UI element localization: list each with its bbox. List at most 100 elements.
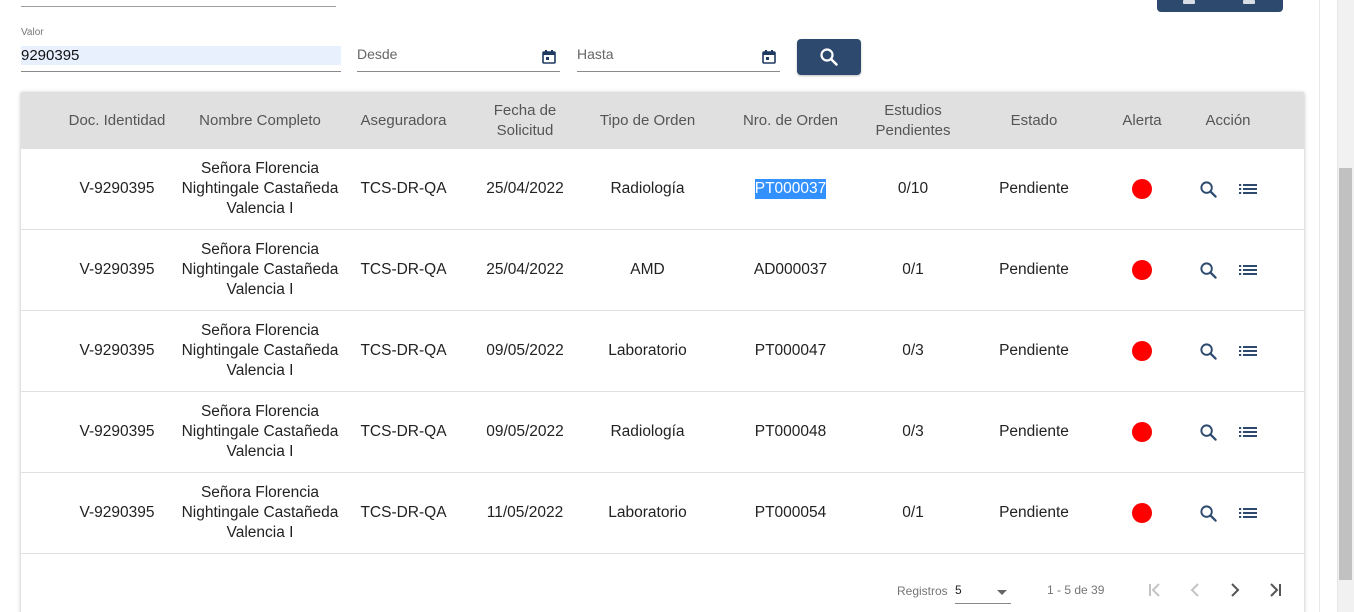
- cell-fecha: 11/05/2022: [475, 473, 575, 553]
- view-button[interactable]: [1198, 260, 1218, 280]
- list-icon: [1239, 508, 1257, 518]
- first-page-button[interactable]: [1143, 578, 1167, 602]
- search-button[interactable]: [797, 39, 861, 75]
- search-icon: [1199, 423, 1217, 441]
- cell-nombre-text: Señora Florencia Nightingale Castañeda V…: [181, 160, 339, 217]
- header-estudios[interactable]: Estudios Pendientes: [863, 92, 963, 149]
- cell-nro: PT000037: [733, 149, 848, 229]
- cell-estado: Pendiente: [989, 473, 1079, 553]
- valor-input[interactable]: 9290395: [21, 46, 341, 65]
- desde-underline[interactable]: [357, 71, 560, 72]
- header-estudios-line1: Estudios: [884, 101, 942, 119]
- table-row[interactable]: V-9290395 Señora Florencia Nightingale Ca…: [21, 311, 1304, 392]
- cell-fecha: 25/04/2022: [475, 230, 575, 310]
- previous-field-underline: [21, 6, 336, 7]
- header-fecha-line2: Solicitud: [496, 121, 554, 139]
- view-button[interactable]: [1198, 341, 1218, 361]
- hasta-underline[interactable]: [577, 71, 780, 72]
- header-aseguradora[interactable]: Aseguradora: [347, 92, 460, 149]
- cell-estudios: 0/3: [863, 392, 963, 472]
- table-row[interactable]: V-9290395 Señora Florencia Nightingale Ca…: [21, 392, 1304, 473]
- details-button[interactable]: [1238, 179, 1258, 199]
- cell-fecha-text: 25/04/2022: [486, 261, 564, 278]
- list-icon: [1239, 184, 1257, 194]
- calendar-icon[interactable]: [762, 50, 776, 64]
- details-button[interactable]: [1238, 260, 1258, 280]
- page: Valor 9290395 Desde Hasta Doc. Identidad…: [0, 0, 1354, 612]
- details-button[interactable]: [1238, 503, 1258, 523]
- header-alerta[interactable]: Alerta: [1112, 92, 1172, 149]
- cell-doc: V-9290395: [57, 311, 177, 391]
- next-page-icon: [1231, 583, 1240, 597]
- header-doc[interactable]: Doc. Identidad: [57, 92, 177, 149]
- header-fecha[interactable]: Fecha de Solicitud: [475, 92, 575, 149]
- cell-estado-text: Pendiente: [999, 342, 1069, 359]
- cell-estado-text: Pendiente: [999, 261, 1069, 278]
- calendar-icon[interactable]: [542, 50, 556, 64]
- cell-tipo: Laboratorio: [591, 311, 704, 391]
- table-row[interactable]: V-9290395 Señora Florencia Nightingale Ca…: [21, 149, 1304, 230]
- cell-nombre: Señora Florencia Nightingale Castañeda V…: [175, 392, 345, 472]
- cell-estudios: 0/1: [863, 473, 963, 553]
- search-icon: [820, 48, 838, 66]
- cell-tipo: AMD: [591, 230, 704, 310]
- cell-alerta: [1112, 392, 1172, 472]
- cell-tipo-text: Radiología: [610, 180, 685, 197]
- cell-estado: Pendiente: [989, 230, 1079, 310]
- details-button[interactable]: [1238, 341, 1258, 361]
- cell-nro: PT000047: [733, 311, 848, 391]
- page-range: 1 - 5 de 39: [1047, 583, 1105, 597]
- cell-nombre-text: Señora Florencia Nightingale Castañeda V…: [181, 484, 339, 541]
- cell-estudios: 0/3: [863, 311, 963, 391]
- cell-fecha: 09/05/2022: [475, 392, 575, 472]
- valor-underline: [21, 71, 341, 72]
- orders-table: Doc. Identidad Nombre Completo Asegurado…: [21, 92, 1304, 612]
- view-button[interactable]: [1198, 179, 1218, 199]
- cell-tipo-text: Laboratorio: [608, 342, 687, 359]
- header-tipo[interactable]: Tipo de Orden: [591, 92, 704, 149]
- cell-doc-text: V-9290395: [79, 261, 155, 278]
- view-button[interactable]: [1198, 422, 1218, 442]
- alert-dot: [1132, 503, 1152, 523]
- next-page-button[interactable]: [1223, 578, 1247, 602]
- top-action-button[interactable]: [1157, 0, 1283, 12]
- cell-aseguradora: TCS-DR-QA: [347, 473, 460, 553]
- cell-aseguradora-text: TCS-DR-QA: [360, 342, 447, 359]
- details-button[interactable]: [1238, 422, 1258, 442]
- cell-nombre: Señora Florencia Nightingale Castañeda V…: [175, 149, 345, 229]
- cell-estudios-text: 0/1: [902, 504, 924, 521]
- prev-page-button[interactable]: [1183, 578, 1207, 602]
- cell-nro: AD000037: [733, 230, 848, 310]
- cell-nombre-text: Señora Florencia Nightingale Castañeda V…: [181, 322, 339, 379]
- cell-alerta: [1112, 149, 1172, 229]
- header-nro[interactable]: Nro. de Orden: [733, 92, 848, 149]
- cell-tipo: Radiología: [591, 392, 704, 472]
- cell-tipo: Radiología: [591, 149, 704, 229]
- cell-doc-text: V-9290395: [79, 504, 155, 521]
- view-button[interactable]: [1198, 503, 1218, 523]
- page-size-select[interactable]: 5: [955, 582, 1011, 604]
- header-nombre[interactable]: Nombre Completo: [185, 92, 335, 149]
- valor-label: Valor: [21, 27, 44, 38]
- last-page-button[interactable]: [1263, 578, 1287, 602]
- hasta-label: Hasta: [577, 46, 614, 62]
- header-estado[interactable]: Estado: [989, 92, 1079, 149]
- table-row[interactable]: V-9290395 Señora Florencia Nightingale Ca…: [21, 230, 1304, 311]
- cell-doc-text: V-9290395: [79, 342, 155, 359]
- cell-nombre: Señora Florencia Nightingale Castañeda V…: [175, 473, 345, 553]
- cell-estudios-text: 0/3: [902, 423, 924, 440]
- cell-aseguradora: TCS-DR-QA: [347, 392, 460, 472]
- scrollbar-thumb[interactable]: [1339, 168, 1352, 580]
- list-icon: [1239, 346, 1257, 356]
- cell-alerta: [1112, 230, 1172, 310]
- content-edge: [1319, 0, 1320, 612]
- table-header: Doc. Identidad Nombre Completo Asegurado…: [21, 92, 1304, 149]
- chevron-down-icon: [997, 590, 1007, 595]
- cell-estudios-text: 0/10: [897, 180, 929, 197]
- table-row[interactable]: V-9290395 Señora Florencia Nightingale Ca…: [21, 473, 1304, 554]
- list-icon: [1239, 265, 1257, 275]
- search-icon: [1199, 180, 1217, 198]
- cell-doc: V-9290395: [57, 392, 177, 472]
- list-icon: [1239, 427, 1257, 437]
- registros-label: Registros: [897, 584, 948, 598]
